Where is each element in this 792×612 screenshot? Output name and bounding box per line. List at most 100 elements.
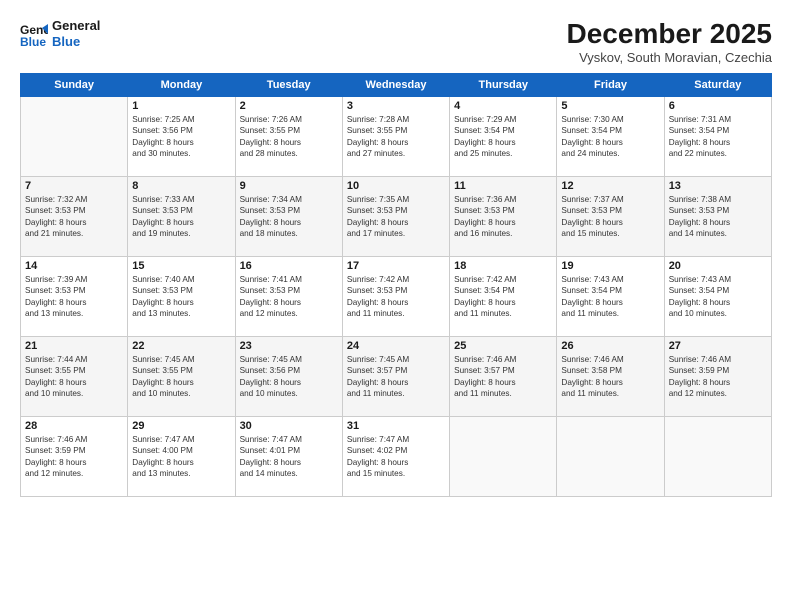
day-number: 4 [454, 100, 552, 112]
day-info: Sunrise: 7:25 AMSunset: 3:56 PMDaylight:… [132, 114, 230, 160]
calendar-week-4: 21Sunrise: 7:44 AMSunset: 3:55 PMDayligh… [21, 337, 772, 417]
day-info: Sunrise: 7:47 AMSunset: 4:00 PMDaylight:… [132, 434, 230, 480]
svg-text:Blue: Blue [20, 35, 46, 48]
day-number: 5 [561, 100, 659, 112]
day-info: Sunrise: 7:45 AMSunset: 3:55 PMDaylight:… [132, 354, 230, 400]
calendar-cell: 13 Sunrise: 7:38 AMSunset: 3:53 PMDayligh… [664, 177, 771, 257]
col-friday: Friday [557, 74, 664, 97]
month-title: December 2025 [567, 18, 772, 50]
day-number: 10 [347, 180, 445, 192]
page: General Blue General Blue December 2025 … [0, 0, 792, 612]
calendar-week-1: 1 Sunrise: 7:25 AMSunset: 3:56 PMDaylight… [21, 97, 772, 177]
day-number: 14 [25, 260, 123, 272]
day-number: 21 [25, 340, 123, 352]
day-number: 24 [347, 340, 445, 352]
calendar-cell: 14 Sunrise: 7:39 AMSunset: 3:53 PMDayligh… [21, 257, 128, 337]
calendar-table: Sunday Monday Tuesday Wednesday Thursday… [20, 73, 772, 497]
day-info: Sunrise: 7:42 AMSunset: 3:53 PMDaylight:… [347, 274, 445, 320]
calendar-cell [557, 417, 664, 497]
calendar-cell: 20Sunrise: 7:43 AMSunset: 3:54 PMDayligh… [664, 257, 771, 337]
day-info: Sunrise: 7:32 AMSunset: 3:53 PMDaylight:… [25, 194, 123, 240]
calendar-cell: 18Sunrise: 7:42 AMSunset: 3:54 PMDayligh… [450, 257, 557, 337]
day-info: Sunrise: 7:43 AMSunset: 3:54 PMDaylight:… [669, 274, 767, 320]
calendar-week-3: 14 Sunrise: 7:39 AMSunset: 3:53 PMDayligh… [21, 257, 772, 337]
day-number: 7 [25, 180, 123, 192]
calendar-cell [664, 417, 771, 497]
day-info: Sunrise: 7:39 AMSunset: 3:53 PMDaylight:… [25, 274, 123, 320]
day-number: 9 [240, 180, 338, 192]
day-number: 18 [454, 260, 552, 272]
location-subtitle: Vyskov, South Moravian, Czechia [567, 50, 772, 65]
calendar-cell: 2 Sunrise: 7:26 AMSunset: 3:55 PMDaylight… [235, 97, 342, 177]
day-number: 28 [25, 420, 123, 432]
day-number: 31 [347, 420, 445, 432]
col-saturday: Saturday [664, 74, 771, 97]
calendar-cell: 31 Sunrise: 7:47 AMSunset: 4:02 PMDayligh… [342, 417, 449, 497]
calendar-cell: 26 Sunrise: 7:46 AMSunset: 3:58 PMDayligh… [557, 337, 664, 417]
calendar-cell: 10 Sunrise: 7:35 AMSunset: 3:53 PMDayligh… [342, 177, 449, 257]
day-number: 23 [240, 340, 338, 352]
calendar-cell: 12 Sunrise: 7:37 AMSunset: 3:53 PMDayligh… [557, 177, 664, 257]
title-block: December 2025 Vyskov, South Moravian, Cz… [567, 18, 772, 65]
day-number: 6 [669, 100, 767, 112]
calendar-cell: 27Sunrise: 7:46 AMSunset: 3:59 PMDayligh… [664, 337, 771, 417]
day-info: Sunrise: 7:47 AMSunset: 4:01 PMDaylight:… [240, 434, 338, 480]
day-number: 3 [347, 100, 445, 112]
day-info: Sunrise: 7:46 AMSunset: 3:58 PMDaylight:… [561, 354, 659, 400]
day-number: 25 [454, 340, 552, 352]
day-info: Sunrise: 7:26 AMSunset: 3:55 PMDaylight:… [240, 114, 338, 160]
day-number: 17 [347, 260, 445, 272]
calendar-cell [21, 97, 128, 177]
day-number: 16 [240, 260, 338, 272]
calendar-cell: 8Sunrise: 7:33 AMSunset: 3:53 PMDaylight… [128, 177, 235, 257]
day-number: 1 [132, 100, 230, 112]
day-number: 22 [132, 340, 230, 352]
calendar-cell: 24 Sunrise: 7:45 AMSunset: 3:57 PMDayligh… [342, 337, 449, 417]
calendar-cell: 25Sunrise: 7:46 AMSunset: 3:57 PMDayligh… [450, 337, 557, 417]
day-info: Sunrise: 7:35 AMSunset: 3:53 PMDaylight:… [347, 194, 445, 240]
day-info: Sunrise: 7:41 AMSunset: 3:53 PMDaylight:… [240, 274, 338, 320]
day-number: 12 [561, 180, 659, 192]
day-info: Sunrise: 7:45 AMSunset: 3:57 PMDaylight:… [347, 354, 445, 400]
day-info: Sunrise: 7:38 AMSunset: 3:53 PMDaylight:… [669, 194, 767, 240]
day-number: 13 [669, 180, 767, 192]
day-info: Sunrise: 7:43 AMSunset: 3:54 PMDaylight:… [561, 274, 659, 320]
col-thursday: Thursday [450, 74, 557, 97]
day-info: Sunrise: 7:36 AMSunset: 3:53 PMDaylight:… [454, 194, 552, 240]
header: General Blue General Blue December 2025 … [20, 18, 772, 65]
day-info: Sunrise: 7:28 AMSunset: 3:55 PMDaylight:… [347, 114, 445, 160]
logo-icon: General Blue [20, 20, 48, 48]
logo-text-blue: Blue [52, 34, 100, 50]
day-info: Sunrise: 7:47 AMSunset: 4:02 PMDaylight:… [347, 434, 445, 480]
col-tuesday: Tuesday [235, 74, 342, 97]
calendar-cell: 30 Sunrise: 7:47 AMSunset: 4:01 PMDayligh… [235, 417, 342, 497]
day-number: 30 [240, 420, 338, 432]
logo: General Blue General Blue [20, 18, 100, 49]
day-number: 29 [132, 420, 230, 432]
calendar-cell: 29 Sunrise: 7:47 AMSunset: 4:00 PMDayligh… [128, 417, 235, 497]
col-sunday: Sunday [21, 74, 128, 97]
calendar-cell: 28Sunrise: 7:46 AMSunset: 3:59 PMDayligh… [21, 417, 128, 497]
calendar-week-5: 28Sunrise: 7:46 AMSunset: 3:59 PMDayligh… [21, 417, 772, 497]
day-number: 27 [669, 340, 767, 352]
calendar-cell: 3 Sunrise: 7:28 AMSunset: 3:55 PMDaylight… [342, 97, 449, 177]
day-info: Sunrise: 7:37 AMSunset: 3:53 PMDaylight:… [561, 194, 659, 240]
calendar-cell: 22 Sunrise: 7:45 AMSunset: 3:55 PMDayligh… [128, 337, 235, 417]
calendar-week-2: 7 Sunrise: 7:32 AMSunset: 3:53 PMDaylight… [21, 177, 772, 257]
day-number: 11 [454, 180, 552, 192]
day-number: 26 [561, 340, 659, 352]
calendar-cell: 9 Sunrise: 7:34 AMSunset: 3:53 PMDaylight… [235, 177, 342, 257]
day-info: Sunrise: 7:34 AMSunset: 3:53 PMDaylight:… [240, 194, 338, 240]
day-number: 15 [132, 260, 230, 272]
day-info: Sunrise: 7:31 AMSunset: 3:54 PMDaylight:… [669, 114, 767, 160]
calendar-cell: 11 Sunrise: 7:36 AMSunset: 3:53 PMDayligh… [450, 177, 557, 257]
calendar-cell: 4 Sunrise: 7:29 AMSunset: 3:54 PMDaylight… [450, 97, 557, 177]
calendar-cell: 7 Sunrise: 7:32 AMSunset: 3:53 PMDaylight… [21, 177, 128, 257]
day-number: 19 [561, 260, 659, 272]
calendar-cell: 6 Sunrise: 7:31 AMSunset: 3:54 PMDaylight… [664, 97, 771, 177]
day-info: Sunrise: 7:29 AMSunset: 3:54 PMDaylight:… [454, 114, 552, 160]
logo-text-general: General [52, 18, 100, 34]
day-number: 2 [240, 100, 338, 112]
day-info: Sunrise: 7:40 AMSunset: 3:53 PMDaylight:… [132, 274, 230, 320]
calendar-cell: 5Sunrise: 7:30 AMSunset: 3:54 PMDaylight… [557, 97, 664, 177]
